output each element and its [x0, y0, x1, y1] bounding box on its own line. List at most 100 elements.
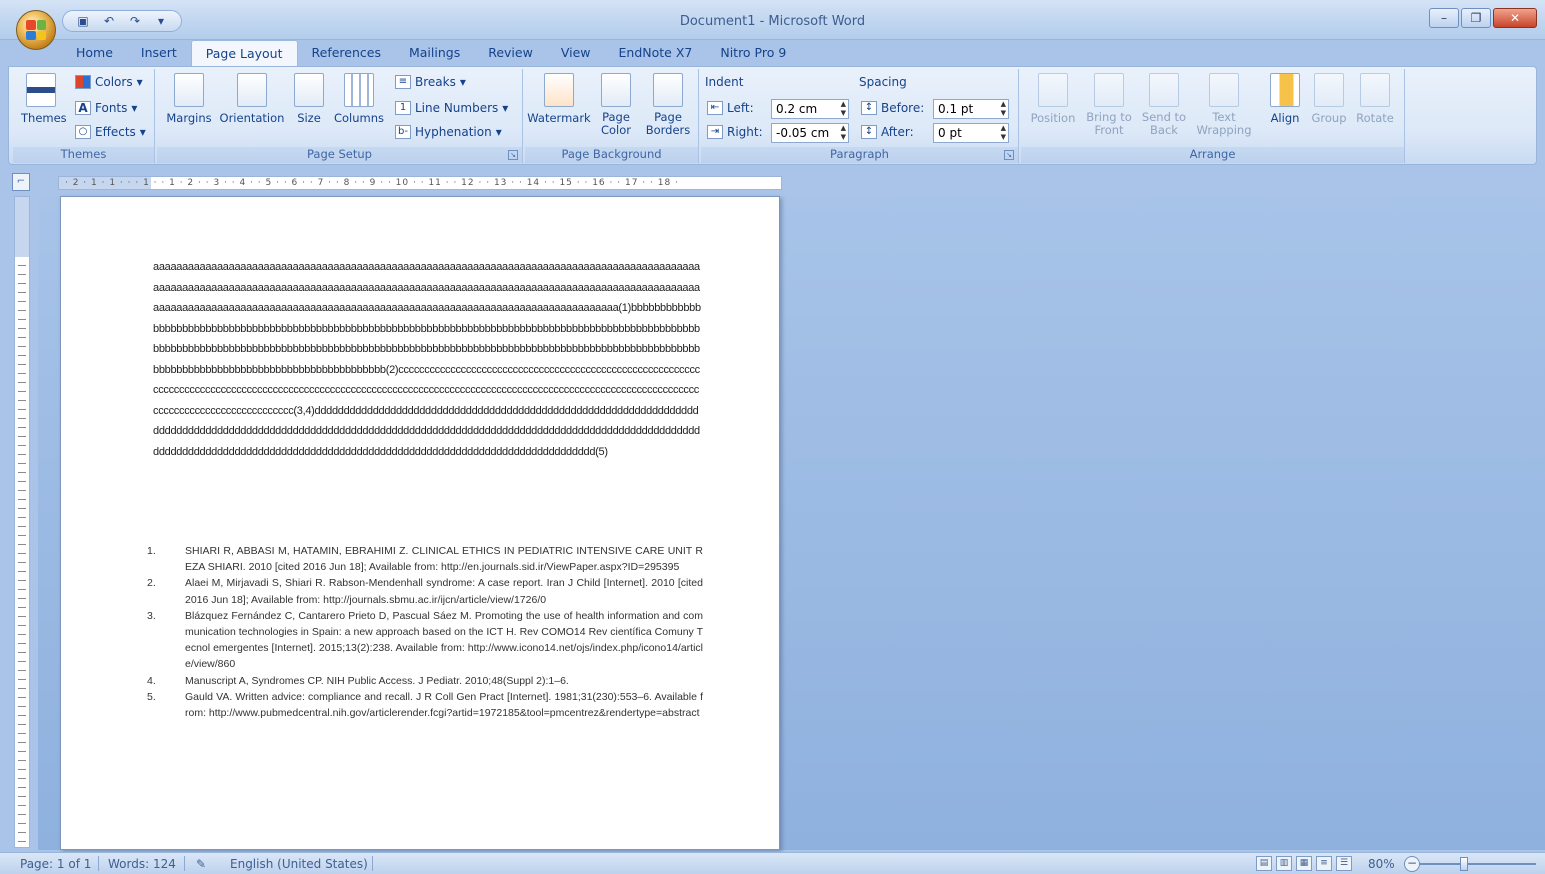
document-workspace[interactable]: aaaaaaaaaaaaaaaaaaaaaaaaaaaaaaaaaaaaaaaa… — [38, 196, 1545, 850]
view-buttons: ▤ ▥ ▦ ≡ ☰ — [1256, 856, 1352, 871]
tab-review[interactable]: Review — [474, 40, 547, 66]
align-icon — [1270, 73, 1300, 107]
indent-left-label: ⇤ Left: — [707, 101, 754, 115]
spacing-before-input[interactable]: 0.1 pt ▲ ▼ — [933, 99, 1009, 119]
spin-arrows-icon[interactable]: ▲ ▼ — [841, 124, 846, 142]
spin-arrows-icon[interactable]: ▲ ▼ — [1001, 100, 1006, 118]
columns-icon — [344, 73, 374, 107]
paragraph-launcher-icon[interactable]: ↘ — [1004, 150, 1014, 160]
indent-left-icon: ⇤ — [707, 101, 723, 115]
page-setup-group-label: Page Setup — [157, 147, 522, 163]
page-color-icon — [601, 73, 631, 107]
theme-effects-button[interactable]: ○ Effects ▾ — [75, 125, 146, 139]
send-to-back-button[interactable]: Send to Back — [1137, 73, 1191, 137]
draft-icon[interactable]: ☰ — [1336, 856, 1352, 871]
tab-insert[interactable]: Insert — [127, 40, 191, 66]
breaks-icon: ≡ — [395, 75, 411, 89]
full-screen-reading-icon[interactable]: ▥ — [1276, 856, 1292, 871]
vertical-ruler[interactable] — [14, 196, 30, 848]
tab-references[interactable]: References — [298, 40, 395, 66]
page-borders-button[interactable]: Page Borders — [643, 73, 693, 137]
page-background-group-label: Page Background — [525, 147, 698, 163]
tab-nitro[interactable]: Nitro Pro 9 — [706, 40, 800, 66]
themes-button[interactable]: Themes — [21, 73, 67, 125]
hyphenation-button[interactable]: b- Hyphenation ▾ — [395, 125, 502, 139]
close-button[interactable]: ✕ — [1493, 8, 1537, 28]
text-wrapping-icon — [1209, 73, 1239, 107]
arrange-group: Position Bring to Front Send to Back Tex… — [1021, 69, 1405, 163]
send-to-back-icon — [1149, 73, 1179, 107]
zoom-level[interactable]: 80% — [1368, 857, 1395, 871]
proofing-icon[interactable]: ✎ — [196, 857, 206, 871]
size-button[interactable]: Size — [291, 73, 327, 125]
list-item[interactable]: 4. Manuscript A, Syndromes CP. NIH Publi… — [147, 673, 703, 689]
zoom-slider[interactable] — [1420, 863, 1536, 865]
indent-right-label: ⇥ Right: — [707, 125, 763, 139]
margins-button[interactable]: Margins — [163, 73, 215, 125]
spin-arrows-icon[interactable]: ▲ ▼ — [1001, 124, 1006, 142]
window-controls: – ❐ ✕ — [1429, 8, 1537, 28]
bring-to-front-icon — [1094, 73, 1124, 107]
tab-page-layout[interactable]: Page Layout — [190, 40, 298, 67]
paragraph-group-label: Paragraph — [701, 147, 1018, 163]
spacing-heading: Spacing — [859, 75, 907, 89]
language-status[interactable]: English (United States) — [230, 857, 368, 871]
ribbon-tabs: Home Insert Page Layout References Maili… — [62, 40, 800, 67]
columns-button[interactable]: Columns — [331, 73, 387, 125]
office-button[interactable] — [16, 10, 56, 50]
page-background-group: Watermark Page Color Page Borders Page B… — [525, 69, 699, 163]
list-item[interactable]: 5. Gauld VA. Written advice: compliance … — [147, 689, 703, 721]
breaks-button[interactable]: ≡ Breaks ▾ — [395, 75, 466, 89]
status-bar: Page: 1 of 1 Words: 124 ✎ English (Unite… — [0, 852, 1545, 874]
orientation-button[interactable]: Orientation — [217, 73, 287, 125]
document-page[interactable]: aaaaaaaaaaaaaaaaaaaaaaaaaaaaaaaaaaaaaaaa… — [60, 196, 780, 850]
theme-colors-button[interactable]: Colors ▾ — [75, 75, 143, 89]
page-color-button[interactable]: Page Color — [593, 73, 639, 137]
tab-endnote[interactable]: EndNote X7 — [605, 40, 707, 66]
maximize-button[interactable]: ❐ — [1461, 8, 1491, 28]
spin-arrows-icon[interactable]: ▲ ▼ — [841, 100, 846, 118]
page-count-status[interactable]: Page: 1 of 1 — [20, 857, 91, 871]
line-numbers-button[interactable]: 1 Line Numbers ▾ — [395, 101, 508, 115]
tab-view[interactable]: View — [547, 40, 605, 66]
bring-to-front-button[interactable]: Bring to Front — [1083, 73, 1135, 137]
watermark-button[interactable]: Watermark — [527, 73, 591, 125]
ruler-row: ⌐ · 2 · 1 · 1 · · · 1 · · 1 · 2 · · 3 · … — [8, 170, 1537, 194]
office-logo-icon — [26, 20, 46, 40]
fonts-icon: A — [75, 101, 91, 115]
outline-icon[interactable]: ≡ — [1316, 856, 1332, 871]
reference-list: 1. SHIARI R, ABBASI M, HATAMIN, EBRAHIMI… — [147, 543, 703, 721]
theme-fonts-button[interactable]: A Fonts ▾ — [75, 101, 137, 115]
align-button[interactable]: Align — [1265, 73, 1305, 125]
indent-left-input[interactable]: 0.2 cm ▲ ▼ — [771, 99, 849, 119]
themes-group: Themes Colors ▾ A Fonts ▾ ○ Effects ▾ Theme… — [13, 69, 155, 163]
web-layout-icon[interactable]: ▦ — [1296, 856, 1312, 871]
position-icon — [1038, 73, 1068, 107]
effects-icon: ○ — [75, 125, 91, 139]
spacing-after-icon: ↕ — [861, 125, 877, 139]
spacing-before-icon: ↕ — [861, 101, 877, 115]
spacing-after-input[interactable]: 0 pt ▲ ▼ — [933, 123, 1009, 143]
list-item[interactable]: 1. SHIARI R, ABBASI M, HATAMIN, EBRAHIMI… — [147, 543, 703, 575]
list-item[interactable]: 2. Alaei M, Mirjavadi S, Shiari R. Rabso… — [147, 575, 703, 607]
size-icon — [294, 73, 324, 107]
list-item[interactable]: 3. Blázquez Fernández C, Cantarero Priet… — [147, 608, 703, 673]
minimize-button[interactable]: – — [1429, 8, 1459, 28]
tab-selector-icon[interactable]: ⌐ — [12, 173, 30, 191]
position-button[interactable]: Position — [1025, 73, 1081, 125]
title-bar: ▣ ↶ ↷ ▾ Document1 - Microsoft Word – ❐ ✕ — [0, 0, 1545, 50]
rotate-button[interactable]: Rotate — [1353, 73, 1397, 125]
tab-home[interactable]: Home — [62, 40, 127, 66]
print-layout-icon[interactable]: ▤ — [1256, 856, 1272, 871]
text-wrapping-button[interactable]: Text Wrapping — [1193, 73, 1255, 137]
word-count-status[interactable]: Words: 124 — [108, 857, 176, 871]
document-body-text[interactable]: aaaaaaaaaaaaaaaaaaaaaaaaaaaaaaaaaaaaaaaa… — [153, 257, 701, 462]
group-button[interactable]: Group — [1309, 73, 1349, 125]
zoom-slider-thumb[interactable] — [1460, 857, 1468, 871]
horizontal-ruler[interactable]: · 2 · 1 · 1 · · · 1 · · 1 · 2 · · 3 · · … — [58, 176, 782, 190]
tab-mailings[interactable]: Mailings — [395, 40, 474, 66]
arrange-group-label: Arrange — [1021, 147, 1404, 163]
indent-right-input[interactable]: -0.05 cm ▲ ▼ — [771, 123, 849, 143]
zoom-out-icon[interactable]: − — [1404, 856, 1420, 872]
page-setup-launcher-icon[interactable]: ↘ — [508, 150, 518, 160]
